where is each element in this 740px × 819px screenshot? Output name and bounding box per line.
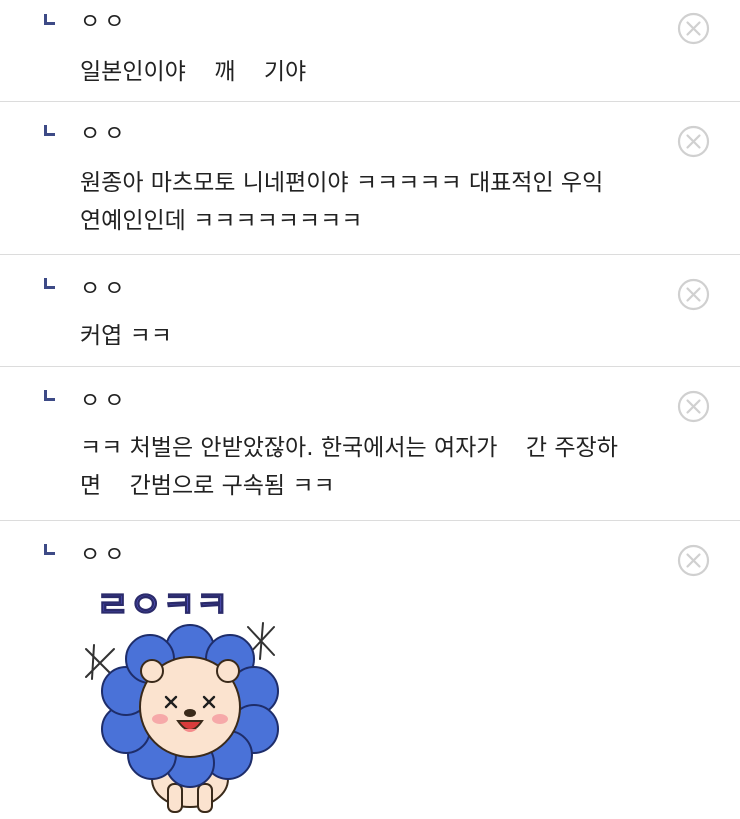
reply-list: ㅇㅇ 일본인이야 ᅟᅠ깨ᅟ 기야 ㅇㅇ 원종아 마츠모토 니네편이야 ㅋㅋㅋㅋㅋ…: [0, 0, 740, 813]
reply-item: ㅇㅇ ㄹㅇㅋㅋ: [0, 521, 740, 813]
close-circle-icon[interactable]: [677, 12, 710, 45]
reply-nickname[interactable]: ㅇㅇ: [80, 275, 128, 305]
close-circle-icon[interactable]: [677, 278, 710, 311]
reply-arrow-icon: [44, 125, 55, 136]
close-circle-icon[interactable]: [677, 390, 710, 423]
reply-text: 커엽 ㅋㅋ: [80, 323, 172, 349]
reply-arrow-icon: [44, 390, 55, 401]
reply-nickname[interactable]: ㅇㅇ: [80, 120, 128, 150]
reply-nickname[interactable]: ㅇㅇ: [80, 541, 128, 571]
reply-nickname[interactable]: ㅇㅇ: [80, 8, 128, 38]
reply-item: ㅇㅇ 일본인이야 ᅟᅠ깨ᅟ 기야: [0, 0, 740, 102]
reply-arrow-icon: [44, 544, 55, 555]
reply-item: ㅇㅇ 원종아 마츠모토 니네편이야 ㅋㅋㅋㅋㅋ 대표적인 우익 연예인인데 ㅋㅋ…: [0, 102, 740, 255]
reply-item: ㅇㅇ 커엽 ㅋㅋ: [0, 255, 740, 367]
lion-sticker-image: ㄹㅇㅋㅋ: [85, 584, 279, 813]
reply-text: ㅋㅋ 처벌은 안받았잖아. 한국에서는 여자가 ᅟ간 주장하 면 ᅟ간범으로 구…: [80, 435, 618, 499]
reply-arrow-icon: [44, 278, 55, 289]
sticker-caption: ㄹㅇㅋㅋ: [96, 585, 228, 626]
close-circle-icon[interactable]: [677, 125, 710, 158]
reply-nickname[interactable]: ㅇㅇ: [80, 387, 128, 417]
reply-text: 일본인이야 ᅟᅠ깨ᅟ 기야: [80, 59, 307, 85]
close-circle-icon[interactable]: [677, 544, 710, 577]
reply-arrow-icon: [44, 14, 55, 25]
reply-text: 원종아 마츠모토 니네편이야 ㅋㅋㅋㅋㅋ 대표적인 우익 연예인인데 ㅋㅋㅋㅋㅋ…: [80, 170, 604, 234]
reply-item: ㅇㅇ ㅋㅋ 처벌은 안받았잖아. 한국에서는 여자가 ᅟ간 주장하 면 ᅟ간범으…: [0, 367, 740, 521]
